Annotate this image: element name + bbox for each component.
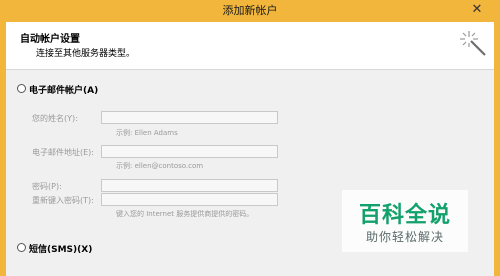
email-address-field[interactable] [101, 145, 278, 158]
email-address-label: 电子邮件地址(E): [32, 148, 94, 157]
name-label: 您的姓名(Y): [32, 114, 78, 123]
sparkle-wand-icon [460, 31, 486, 56]
watermark-main-text: 百科全说 [358, 203, 451, 228]
watermark-sub-text: 助你轻松解决 [365, 230, 444, 244]
password-hint: 键入您的 Internet 服务提供商提供的密码。 [116, 210, 254, 218]
retype-password-label: 重新键入密码(T): [32, 196, 94, 205]
password-field[interactable] [101, 179, 278, 192]
wizard-header: 自动帐户设置 连接至其他服务器类型。 [6, 22, 494, 70]
header-subtitle: 连接至其他服务器类型。 [36, 49, 136, 59]
header-title: 自动帐户设置 [20, 34, 80, 45]
sms-radio[interactable] [17, 243, 26, 252]
close-icon[interactable]: ✕ [462, 0, 492, 22]
window-title: 添加新帐户 [222, 4, 278, 17]
name-field[interactable] [101, 111, 278, 124]
email-address-hint: 示例: ellen@contoso.com [116, 162, 204, 170]
sms-label[interactable]: 短信(SMS)(X) [29, 242, 92, 255]
retype-password-field[interactable] [101, 193, 278, 206]
email-account-radio[interactable] [17, 84, 26, 93]
name-hint: 示例: Ellen Adams [116, 129, 178, 137]
watermark-logo: 百科全说 助你轻松解决 [342, 190, 468, 252]
password-label: 密码(P): [32, 182, 62, 191]
title-bar: 添加新帐户 ✕ [0, 0, 500, 22]
email-account-label[interactable]: 电子邮件帐户(A) [29, 83, 98, 96]
window-frame-right [494, 22, 500, 276]
